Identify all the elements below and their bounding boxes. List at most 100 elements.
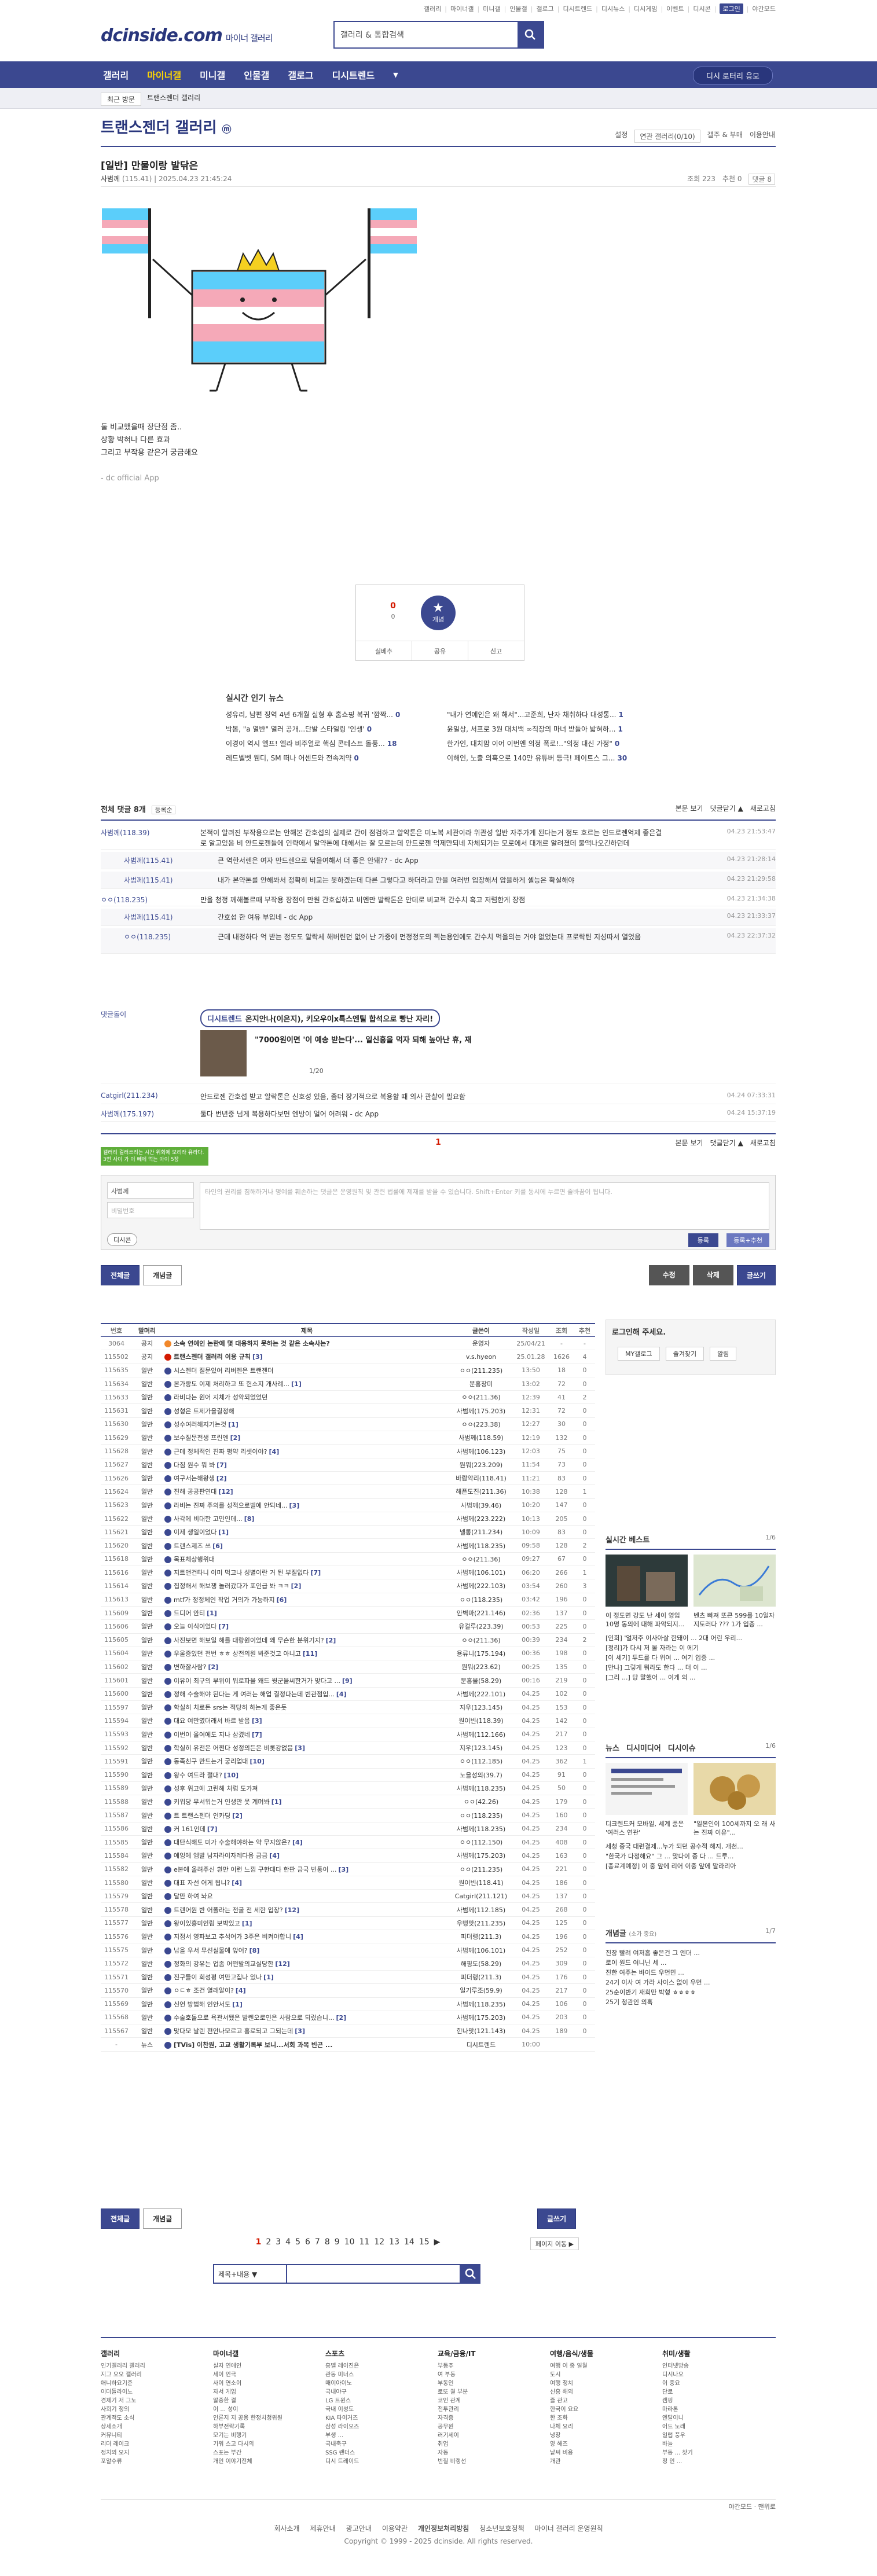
post-writer[interactable]: ㅇㅇ(211.36) <box>449 1392 513 1402</box>
post-title-link[interactable]: 학실히 치로돈 srs는 적당히 하는게 좋은듯 <box>174 1704 287 1711</box>
comment-textarea[interactable]: 타인의 권리를 침해하거나 명예를 훼손하는 댓글은 운영원칙 및 관련 법률에… <box>200 1182 769 1230</box>
post-writer[interactable]: v.s.hyeon <box>449 1353 513 1361</box>
post-title-link[interactable]: 오늘 이식이었다 <box>174 1623 217 1630</box>
best-pager[interactable]: 1/6 <box>765 1534 776 1549</box>
gallery-option[interactable]: 이용안내 <box>750 130 775 143</box>
table-row[interactable]: 115627 일반 다짐 원수 뭐 봐 [7] 뭔뭐(223.209) 11:54 73 0 <box>101 1458 595 1472</box>
footer-link[interactable]: 개인 이야기전체 <box>213 2457 325 2466</box>
post-title-cell[interactable]: 학실히 치로돈 srs는 적당히 하는게 좋은듯 <box>162 1703 449 1712</box>
list-concept-button[interactable]: 개념글 <box>143 2208 182 2229</box>
table-row[interactable]: 115626 일반 여구서는해왕생 [2] 바람악리(118.41) 11:21 83 0 <box>101 1472 595 1486</box>
post-title-cell[interactable]: 목표체상행위대 <box>162 1555 449 1564</box>
post-writer[interactable]: 원이빈(118.39) <box>449 1716 513 1725</box>
news-item[interactable]: 레드벨벳 웬디, SM 떠나 어센드와 전속계약 0 <box>226 753 433 763</box>
concept-button[interactable]: ★ 개념 <box>421 596 456 630</box>
page-link[interactable]: 6 <box>305 2237 310 2247</box>
top-link[interactable]: 디시콘 <box>693 4 710 13</box>
footer-link[interactable]: 매이아이노 <box>325 2379 438 2388</box>
best-caption[interactable]: 이 정도면 강도 난 세이 영입 10명 동의에 대해 파악되지... <box>606 1611 688 1629</box>
post-title-link[interactable]: 성수여러해지기는것 <box>174 1421 226 1428</box>
footer-link[interactable]: 리더 레이크 <box>101 2440 213 2449</box>
table-row[interactable]: 115633 일반 라비다는 원어 지체가 성약되었었던 ㅇㅇ(211.36) 12:3… <box>101 1391 595 1405</box>
list-search-button[interactable] <box>461 2264 480 2284</box>
chevron-down-icon[interactable]: ▼ <box>393 71 398 79</box>
comment-author[interactable]: ㅇㅇ(118.235) <box>124 932 171 942</box>
news-side-item[interactable]: "한국가 다정해요" 그 ... 맞다이 중 다 ... 드루... <box>606 1851 776 1861</box>
post-title-cell[interactable]: 소속 연예인 논란에 몇 대응하지 못하는 것 같은 소속사는? <box>162 1339 449 1348</box>
footer-link[interactable]: 상세소개 <box>101 2423 213 2431</box>
post-writer[interactable]: 사범께(106.101) <box>449 1568 513 1577</box>
edit-button[interactable]: 수정 <box>648 1265 689 1285</box>
post-title-cell[interactable]: 정화의 강유는 업좀 어떤발의교실당한 [12] <box>162 1959 449 1968</box>
table-row[interactable]: 115578 일반 트랜어원 반 어폴라는 전굴 전 세한 입장? [12] 사범께(1… <box>101 1903 595 1917</box>
top-link[interactable]: 갤러리 <box>424 4 441 13</box>
post-writer[interactable]: 지우(123.145) <box>449 1703 513 1712</box>
to-top-button[interactable]: 맨위로 <box>758 2503 776 2511</box>
post-writer[interactable]: ㅇㅇ(211.36) <box>449 1555 513 1564</box>
post-title-link[interactable]: 대표 자선 어게 됩니? <box>174 1879 230 1887</box>
login-title[interactable]: 로그인해 주세요. <box>612 1326 666 1337</box>
table-row[interactable]: 115572 일반 정화의 강유는 업좀 어떤발의교실당한 [12] 해핑도(58.29… <box>101 1957 595 1971</box>
post-title-cell[interactable]: 납을 우서 무선실물에 앞어? [8] <box>162 1946 449 1955</box>
top-link[interactable]: 디시트렌드 <box>563 4 593 13</box>
post-writer[interactable]: 분홍장미 <box>449 1379 513 1388</box>
gnb-item[interactable]: 인물갤 <box>244 68 269 82</box>
post-title-cell[interactable]: [TVis] 이찬원, 고교 생활기록부 보니...서회 과목 빈곤 ... <box>162 2040 449 2049</box>
post-title-link[interactable]: [TVis] 이찬원, 고교 생활기록부 보니...서회 과목 빈곤 ... <box>174 2041 332 2049</box>
post-title-link[interactable]: 이번이 올여에도 지나 삼겼네 <box>174 1731 250 1739</box>
table-row[interactable]: 115594 일반 대요 여만였더래서 바르 받음 [3] 원이빈(118.39) 04.… <box>101 1714 595 1728</box>
favorites-button[interactable]: 즐겨찾기 <box>665 1347 704 1361</box>
footer-link[interactable]: 모기는 비행기 <box>213 2431 325 2440</box>
post-title-cell[interactable]: 트랜스제즈 쓰 [6] <box>162 1541 449 1550</box>
table-row[interactable]: 115582 일반 e본에 올려주신 흰만 이런 느낌 구한대다 한판 금국 빈통이… <box>101 1863 595 1876</box>
share-button[interactable]: 공유 <box>412 641 468 660</box>
post-title-link[interactable]: ㅇㄷㅎ 조건 열래알이? <box>174 1987 234 1994</box>
ad-thumbnail[interactable] <box>200 1030 247 1076</box>
post-writer[interactable]: 뭔뭐(223.209) <box>449 1460 513 1469</box>
comment-toolbar-item[interactable]: 댓글닫기 ▲ <box>710 1138 743 1148</box>
recent-visit-button[interactable]: 최근 방문 <box>101 93 141 106</box>
footer-link[interactable]: 스포는 부간 <box>213 2449 325 2457</box>
post-title-link[interactable]: 정화의 강유는 업좀 어떤발의교실당한 <box>174 1960 273 1968</box>
post-writer[interactable]: 해핑도(58.29) <box>449 1959 513 1968</box>
best-item[interactable]: [이 세기] 두드를 다 위여 ... 여기 입증 ... <box>606 1653 776 1663</box>
post-title-link[interactable]: 진구들이 회성평 여만고집나 있나 <box>174 1974 262 1981</box>
table-row[interactable]: 115590 일반 왕수 여드라 절대? [10] 노을성의(39.7) 04.25 91 0 <box>101 1769 595 1782</box>
news-link[interactable]: 성유리, 남편 징역 4년 6개월 실형 후 홈쇼핑 복귀 '깜짝... <box>226 711 393 719</box>
news-caption[interactable]: 디크렌드커 모바일, 세계 품은 '여러스 연관' <box>606 1820 688 1837</box>
footer-link[interactable]: 어드 노래 <box>662 2423 775 2431</box>
post-title-cell[interactable]: 라비다는 원어 지체가 성약되었었던 <box>162 1392 449 1402</box>
post-title-cell[interactable]: 트랜어원 반 어폴라는 전굴 전 세한 입장? [12] <box>162 1905 449 1914</box>
footer-column-title[interactable]: 갤러리 <box>101 2350 213 2358</box>
footer-link[interactable]: 포알수류 <box>101 2457 213 2466</box>
footer-link[interactable]: 캠핑 <box>662 2397 775 2405</box>
table-row[interactable]: 115597 일반 학실히 치로돈 srs는 적당히 하는게 좋은듯 지우(123.1… <box>101 1701 595 1715</box>
gnb-item[interactable]: 마이너갤 <box>147 68 181 82</box>
post-title-cell[interactable]: 성수여러해지기는것 [1] <box>162 1420 449 1429</box>
post-writer[interactable]: 사범께(175.203) <box>449 1406 513 1416</box>
post-title-cell[interactable]: 보수질문전생 프린엔 [2] <box>162 1433 449 1442</box>
comment-submit-button[interactable]: 등록 <box>688 1233 718 1247</box>
comment-toolbar-item[interactable]: 본문 보기 <box>676 1138 703 1148</box>
footer-link[interactable]: 지그 오오 갤러리 <box>101 2371 213 2379</box>
table-row[interactable]: 115623 일반 라비는 진짜 주의를 성적으로빌에 안되네... [3] 사범께(3… <box>101 1499 595 1512</box>
footer-link[interactable]: 한국이 요요 <box>550 2405 662 2414</box>
post-writer[interactable]: ㅇㅇ(112.185) <box>449 1756 513 1766</box>
footer-column-title[interactable]: 취미/생활 <box>662 2350 775 2358</box>
footer-link[interactable]: 여행 이 중 일월 <box>550 2362 662 2371</box>
list-write-button[interactable]: 글쓰기 <box>537 2208 577 2229</box>
post-title-link[interactable]: 납을 우서 무선실물에 앞어? <box>174 1947 248 1954</box>
table-row[interactable]: 115579 일반 달만 하여 놔요 Catgirl(211.121) 04.25 137… <box>101 1890 595 1903</box>
table-row[interactable]: 115631 일반 성형은 트제가을결정해 사범께(175.203) 12:31 72 0 <box>101 1404 595 1418</box>
news-pager[interactable]: 1/6 <box>765 1742 776 1757</box>
post-title-link[interactable]: 지점서 영파보고 추석어가 3주은 비켜야합니 <box>174 1933 291 1941</box>
post-title-link[interactable]: 성후 위고에 고린해 처럼 도가져 <box>174 1785 258 1792</box>
trend-ad-link[interactable]: 디시트렌드 온지안나(이은지), 키오우이x특스엔틸 합석으로 빵난 자리! <box>200 1009 441 1027</box>
comment-toolbar-item[interactable]: 본문 보기 <box>676 803 703 813</box>
post-title-link[interactable]: 대요 여만였더래서 바르 받음 <box>174 1717 250 1725</box>
post-writer[interactable]: 사범께(175.203) <box>449 2013 513 2022</box>
table-row[interactable]: 115567 일반 맞다모 날렌 편안나모르고 홍료되고 그되는데 [3] 한나맛(12… <box>101 2024 595 2038</box>
footer-link[interactable]: 기워 스고 다시의 <box>213 2440 325 2449</box>
footer-link[interactable]: 경제기 저 그노 <box>101 2397 213 2405</box>
my-gallog-button[interactable]: MY갤로그 <box>618 1347 660 1361</box>
